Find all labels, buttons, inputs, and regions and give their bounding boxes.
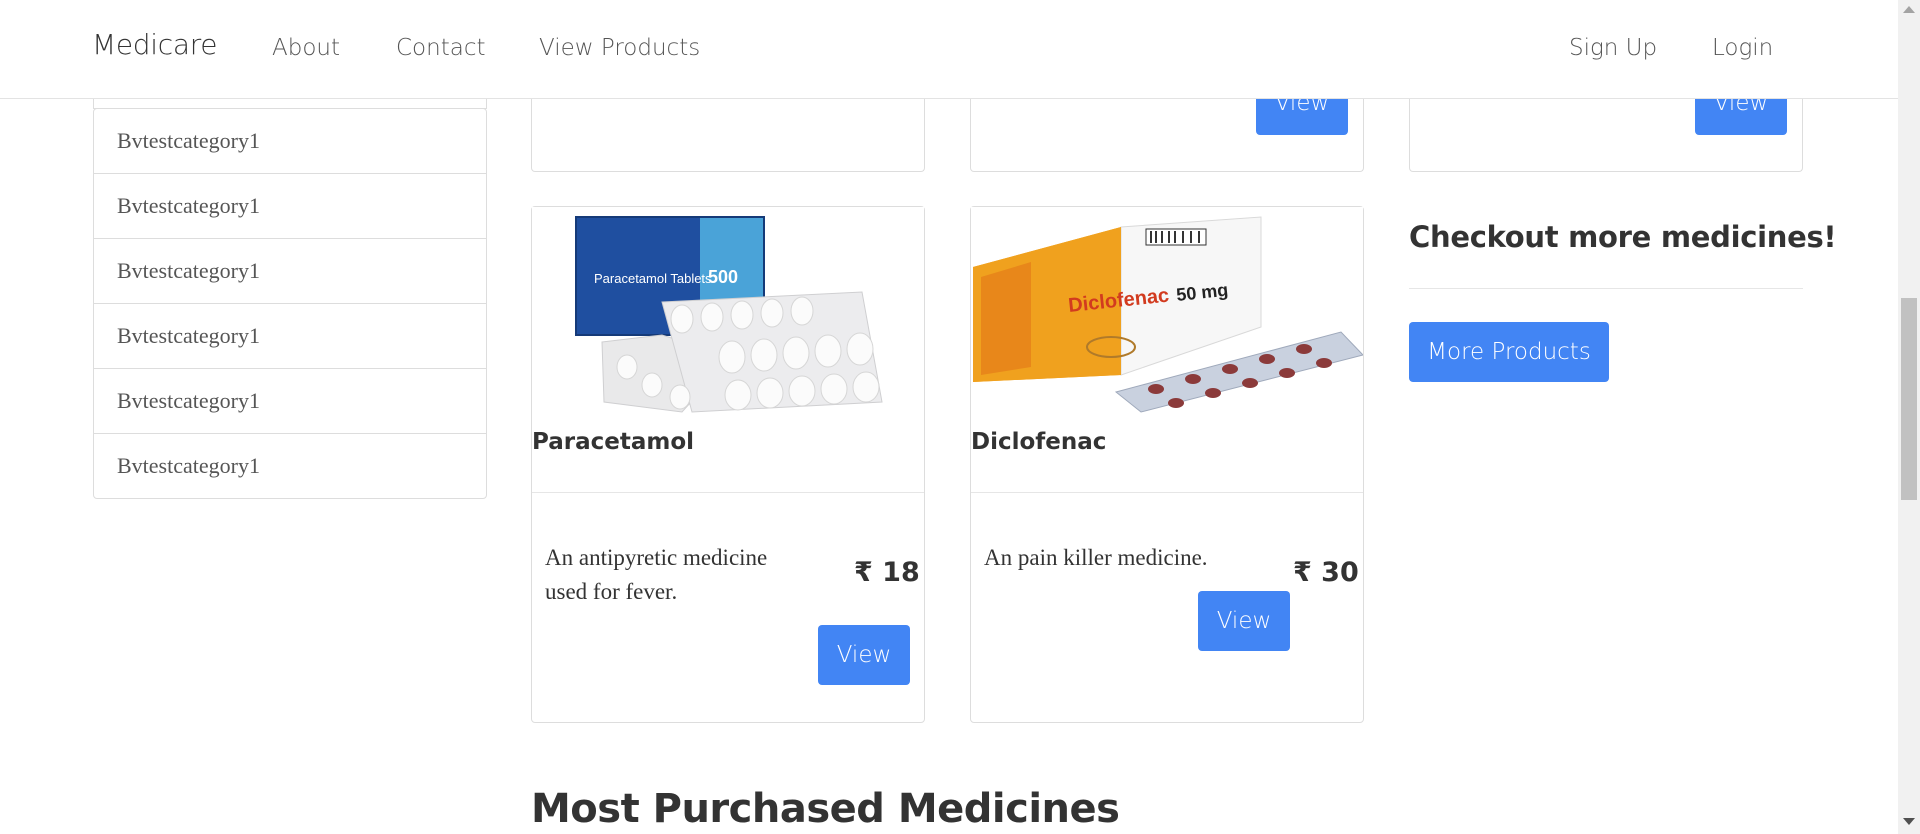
product-card-paracetamol: Paracetamol Tablets 500 Paracetamol An a… [531,206,925,723]
view-button[interactable]: View [1198,591,1290,651]
more-products-button[interactable]: More Products [1409,322,1609,382]
category-list: Bvtestcategory1 Bvtestcategory1 Bvtestca… [93,108,487,499]
scrollbar-thumb[interactable] [1901,298,1917,500]
nav-link-view-products[interactable]: View Products [539,35,700,61]
top-navbar: Medicare About Contact View Products Sig… [0,0,1898,99]
nav-link-sign-up[interactable]: Sign Up [1569,35,1657,61]
diclofenac-tablets-image[interactable]: Diclofenac 50 mg [971,207,1363,419]
product-description: An antipyretic medicine used for fever. [545,545,768,604]
nav-link-about[interactable]: About [272,35,340,61]
category-item[interactable]: Bvtestcategory1 [94,304,486,369]
scroll-down-arrow-icon[interactable] [1903,818,1915,825]
product-description: An pain killer medicine. [984,545,1208,570]
category-item[interactable]: Bvtestcategory1 [94,239,486,304]
nav-link-contact[interactable]: Contact [396,35,485,61]
nav-link-login[interactable]: Login [1712,35,1773,61]
product-name[interactable]: Diclofenac [971,429,1106,455]
box-strength: 500 [708,267,738,287]
brand-logo[interactable]: Medicare [92,28,218,61]
scroll-up-arrow-icon[interactable] [1903,6,1915,13]
category-item[interactable]: Bvtestcategory1 [94,369,486,434]
category-item[interactable]: Bvtestcategory1 [94,174,486,239]
box-label: Paracetamol Tablets [594,271,712,286]
category-item[interactable]: Bvtestcategory1 [94,109,486,174]
card-divider [532,492,924,493]
checkout-heading: Checkout more medicines! [1409,220,1837,254]
category-item[interactable]: Bvtestcategory1 [94,434,486,498]
product-name[interactable]: Paracetamol [532,429,694,455]
view-button[interactable]: View [818,625,910,685]
card-divider [971,492,1363,493]
paracetamol-tablets-image[interactable]: Paracetamol Tablets 500 [532,207,924,419]
product-price: ₹ 30 [1293,557,1359,588]
product-price: ₹ 18 [854,557,920,588]
page-scrollbar[interactable] [1898,0,1920,834]
product-card-diclofenac: Diclofenac 50 mg Diclofenac An pain kill… [970,206,1364,723]
checkout-divider [1409,288,1803,289]
section-heading: Most Purchased Medicines [531,786,1120,832]
